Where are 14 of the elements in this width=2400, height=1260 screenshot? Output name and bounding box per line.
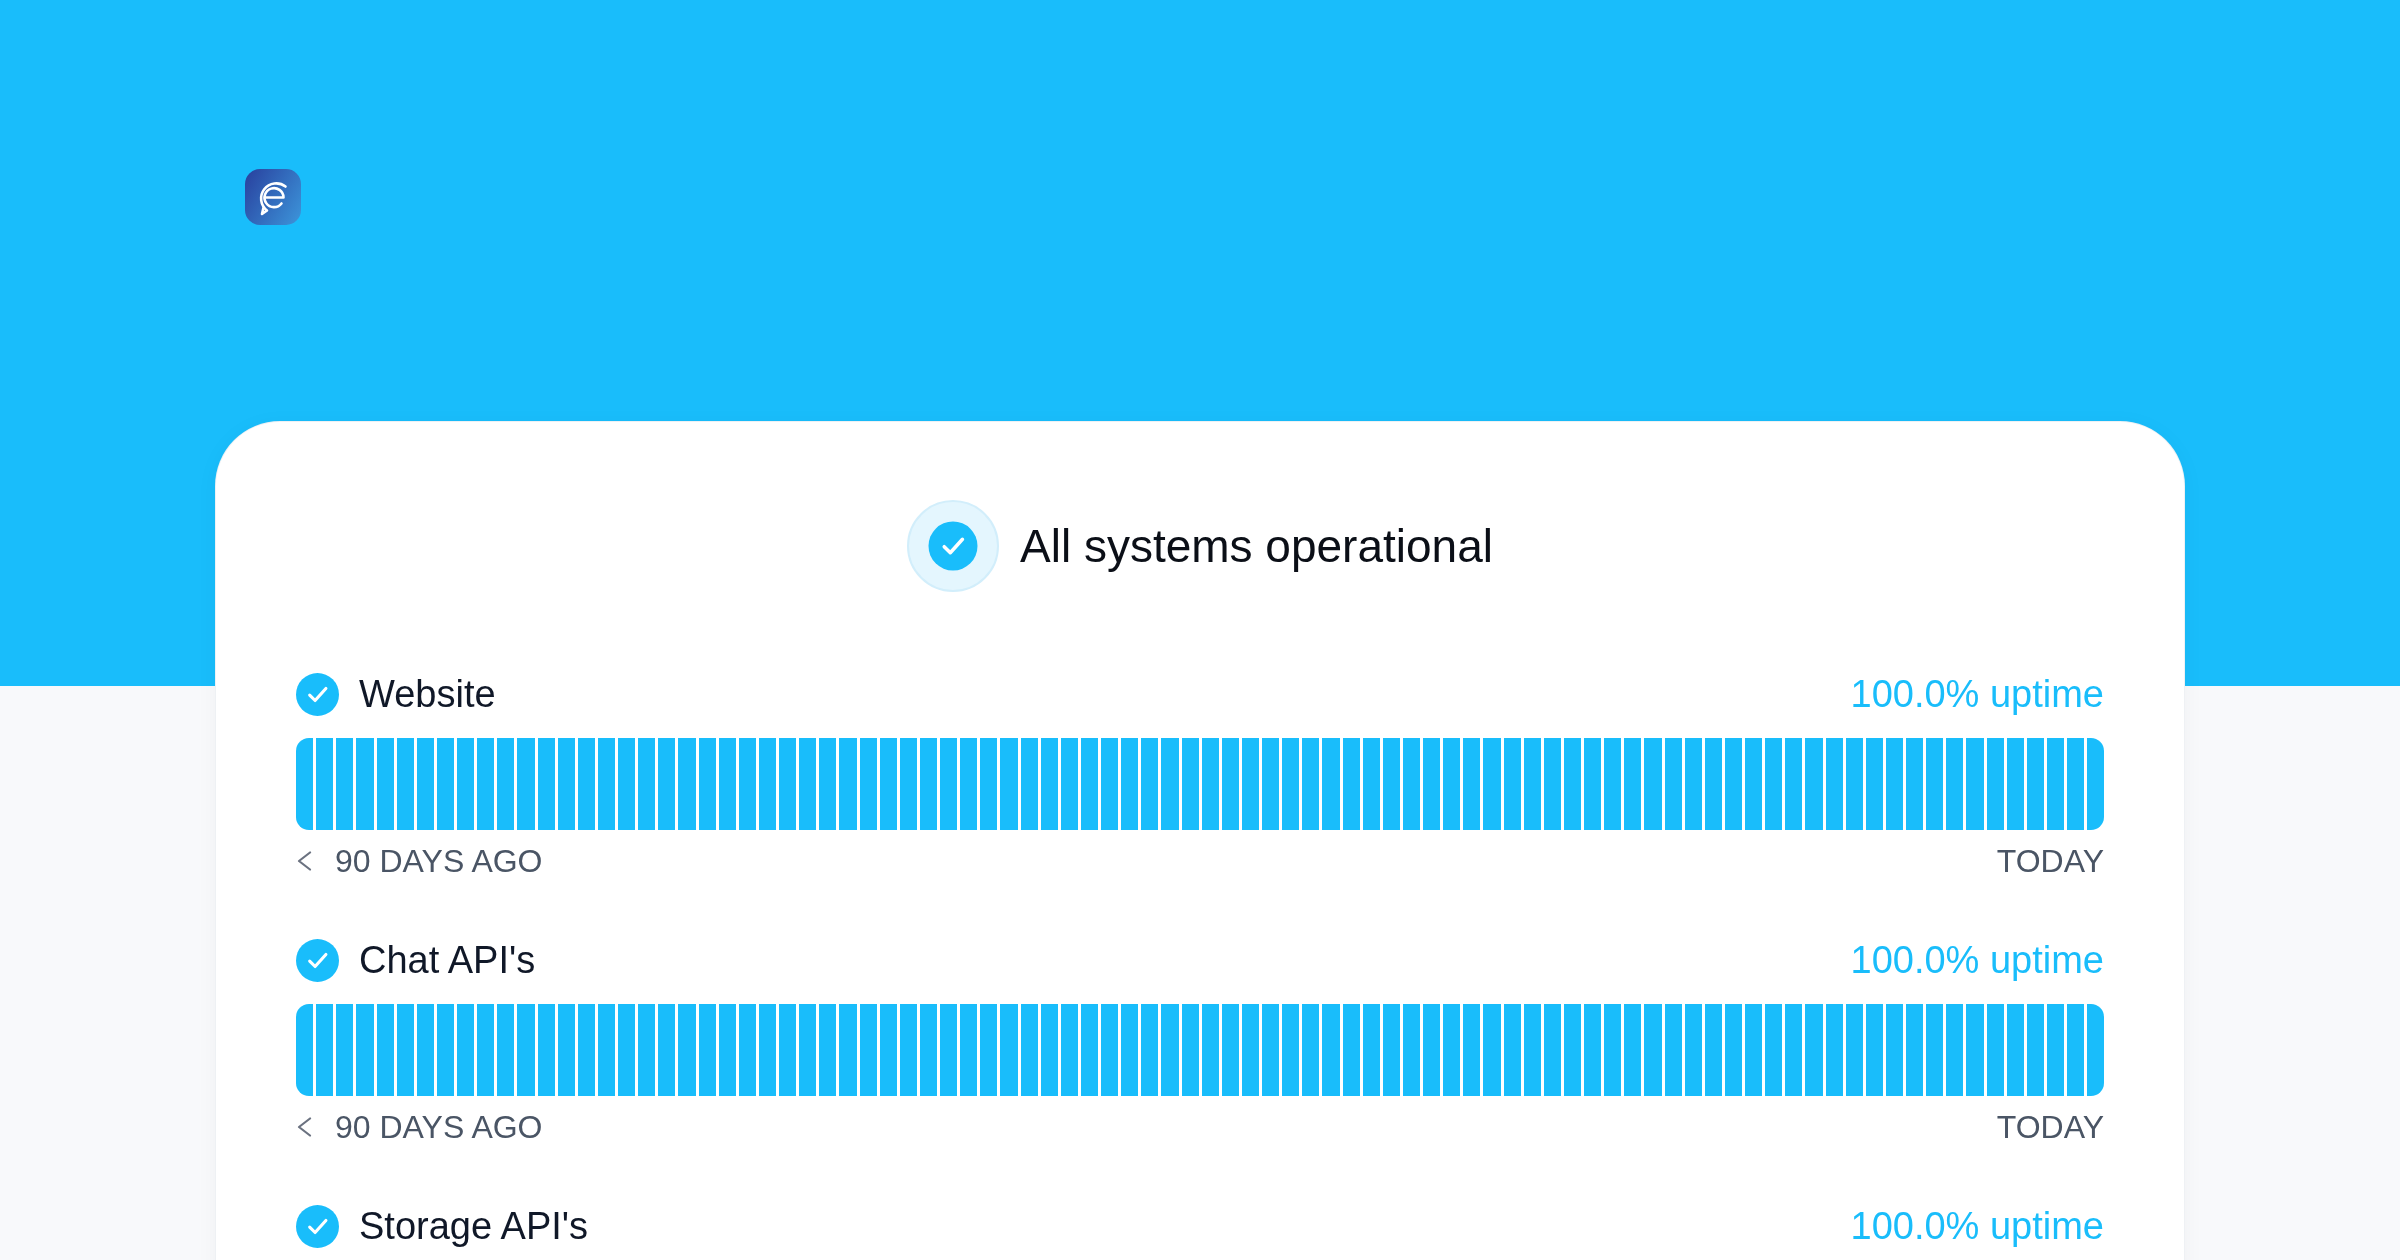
uptime-percentage: 100.0% uptime <box>1850 1205 2104 1248</box>
uptime-percentage: 100.0% uptime <box>1850 673 2104 716</box>
range-end-label: TODAY <box>1996 1109 2104 1145</box>
range-start-label: 90 DAYS AGO <box>335 1109 543 1145</box>
logo-icon <box>245 169 301 225</box>
uptime-percentage: 100.0% uptime <box>1850 939 2104 982</box>
range-end-label: TODAY <box>1996 843 2104 879</box>
range-start-label: 90 DAYS AGO <box>335 843 543 879</box>
component-name: Storage API's <box>359 1205 589 1248</box>
overall-status-title: All systems operational <box>1020 519 1493 573</box>
chevron-left-icon <box>296 1117 313 1137</box>
chevron-left-icon <box>296 851 313 871</box>
component-name: Website <box>359 673 496 716</box>
component-name: Chat API's <box>359 939 536 982</box>
